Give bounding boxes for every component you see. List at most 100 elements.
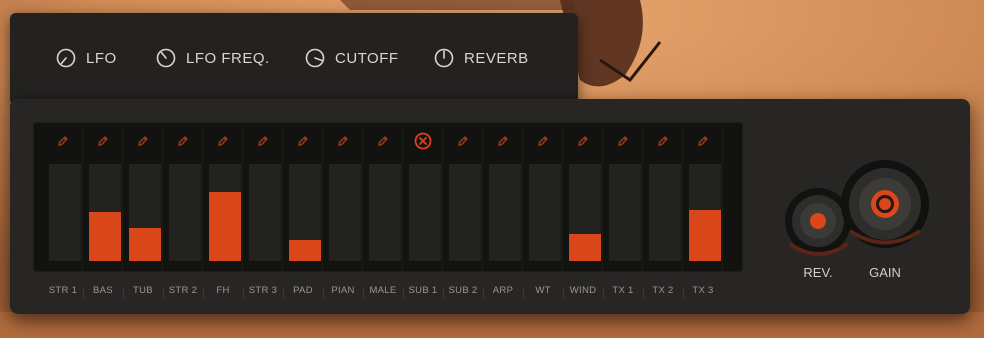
pencil-icon[interactable] bbox=[496, 134, 510, 148]
pencil-icon[interactable] bbox=[376, 134, 390, 148]
pencil-icon[interactable] bbox=[696, 134, 710, 148]
channel-strip bbox=[443, 122, 483, 272]
channel-strip bbox=[323, 122, 363, 272]
knob-icon bbox=[434, 48, 454, 68]
pencil-icon[interactable] bbox=[656, 134, 670, 148]
control-lfo-freq[interactable]: LFO FREQ. bbox=[156, 48, 270, 68]
label-divider bbox=[163, 287, 164, 299]
mixer-panel: STR 1 BAS TUB STR 2 FH STR 3 PAD PIAN MALE SUB 1 S… bbox=[10, 99, 970, 314]
label-divider bbox=[363, 287, 364, 299]
control-label: REVERB bbox=[464, 49, 529, 67]
level-slider[interactable] bbox=[369, 164, 401, 261]
pencil-icon[interactable] bbox=[536, 134, 550, 148]
level-slider[interactable] bbox=[249, 164, 281, 261]
level-slider[interactable] bbox=[169, 164, 201, 261]
pencil-icon[interactable] bbox=[616, 134, 630, 148]
level-slider[interactable] bbox=[409, 164, 441, 261]
channel-strip bbox=[403, 122, 443, 272]
channel-label: TX 1 bbox=[612, 285, 634, 296]
control-cutoff[interactable]: CUTOFF bbox=[305, 48, 399, 68]
channel-label: WIND bbox=[569, 285, 597, 296]
control-label: LFO bbox=[86, 49, 117, 67]
level-slider[interactable] bbox=[609, 164, 641, 261]
channel-label: TUB bbox=[133, 285, 153, 296]
pencil-icon[interactable] bbox=[256, 134, 270, 148]
label-divider bbox=[403, 287, 404, 299]
label-divider bbox=[523, 287, 524, 299]
pencil-icon[interactable] bbox=[96, 134, 110, 148]
channel-strip bbox=[243, 122, 283, 272]
channel-strip bbox=[643, 122, 683, 272]
control-label: CUTOFF bbox=[335, 49, 399, 67]
channel-strip bbox=[283, 122, 323, 272]
channel-label: PAD bbox=[293, 285, 313, 296]
pencil-icon[interactable] bbox=[296, 134, 310, 148]
channel-mixer bbox=[33, 122, 743, 272]
label-divider bbox=[563, 287, 564, 299]
level-slider[interactable] bbox=[209, 164, 241, 261]
channel-strip bbox=[363, 122, 403, 272]
control-reverb[interactable]: REVERB bbox=[434, 48, 529, 68]
channel-labels: STR 1 BAS TUB STR 2 FH STR 3 PAD PIAN MALE SUB 1 S… bbox=[33, 285, 743, 301]
pencil-icon[interactable] bbox=[216, 134, 230, 148]
channel-label: FH bbox=[216, 285, 230, 296]
level-slider[interactable] bbox=[129, 164, 161, 261]
channel-label: TX 2 bbox=[652, 285, 674, 296]
label-divider bbox=[443, 287, 444, 299]
level-slider[interactable] bbox=[569, 164, 601, 261]
gain-knob[interactable] bbox=[840, 149, 930, 249]
level-fill bbox=[689, 209, 721, 261]
knob-icon bbox=[305, 48, 325, 68]
level-slider[interactable] bbox=[529, 164, 561, 261]
channel-strip bbox=[523, 122, 563, 272]
knob-icon bbox=[156, 48, 176, 68]
pencil-icon[interactable] bbox=[336, 134, 350, 148]
channel-label: PIAN bbox=[331, 285, 355, 296]
channel-label: SUB 1 bbox=[408, 285, 438, 296]
level-slider[interactable] bbox=[489, 164, 521, 261]
label-divider bbox=[123, 287, 124, 299]
label-divider bbox=[603, 287, 604, 299]
level-fill bbox=[129, 228, 161, 261]
label-divider bbox=[203, 287, 204, 299]
control-label: LFO FREQ. bbox=[186, 49, 270, 67]
level-slider[interactable] bbox=[649, 164, 681, 261]
pencil-icon[interactable] bbox=[176, 134, 190, 148]
label-divider bbox=[643, 287, 644, 299]
pencil-icon[interactable] bbox=[56, 134, 70, 148]
level-slider[interactable] bbox=[289, 164, 321, 261]
channel-label: TX 3 bbox=[692, 285, 714, 296]
label-divider bbox=[243, 287, 244, 299]
label-divider bbox=[323, 287, 324, 299]
channel-strip bbox=[83, 122, 123, 272]
fx-controls-panel: LFO LFO FREQ. CUTOFF REVERB bbox=[10, 13, 578, 105]
level-slider[interactable] bbox=[49, 164, 81, 261]
channel-label: ARP bbox=[492, 285, 514, 296]
level-fill bbox=[89, 211, 121, 261]
channel-label: STR 2 bbox=[168, 285, 198, 296]
channel-strip bbox=[203, 122, 243, 272]
close-circle-icon[interactable] bbox=[414, 132, 432, 150]
gain-label: GAIN bbox=[869, 265, 901, 280]
channel-label: STR 1 bbox=[48, 285, 78, 296]
level-fill bbox=[569, 233, 601, 261]
channel-label: WT bbox=[535, 285, 551, 296]
level-fill bbox=[289, 239, 321, 261]
master-knobs: REV. GAIN bbox=[770, 149, 950, 289]
channel-strip bbox=[43, 122, 83, 272]
pencil-icon[interactable] bbox=[576, 134, 590, 148]
level-slider[interactable] bbox=[329, 164, 361, 261]
knob-icon bbox=[56, 48, 76, 68]
label-divider bbox=[483, 287, 484, 299]
channel-label: BAS bbox=[93, 285, 113, 296]
channel-divider bbox=[722, 124, 723, 270]
control-lfo[interactable]: LFO bbox=[56, 48, 117, 68]
level-slider[interactable] bbox=[89, 164, 121, 261]
channel-strip bbox=[483, 122, 523, 272]
level-slider[interactable] bbox=[449, 164, 481, 261]
channel-strip bbox=[123, 122, 163, 272]
label-divider bbox=[83, 287, 84, 299]
pencil-icon[interactable] bbox=[456, 134, 470, 148]
pencil-icon[interactable] bbox=[136, 134, 150, 148]
level-slider[interactable] bbox=[689, 164, 721, 261]
